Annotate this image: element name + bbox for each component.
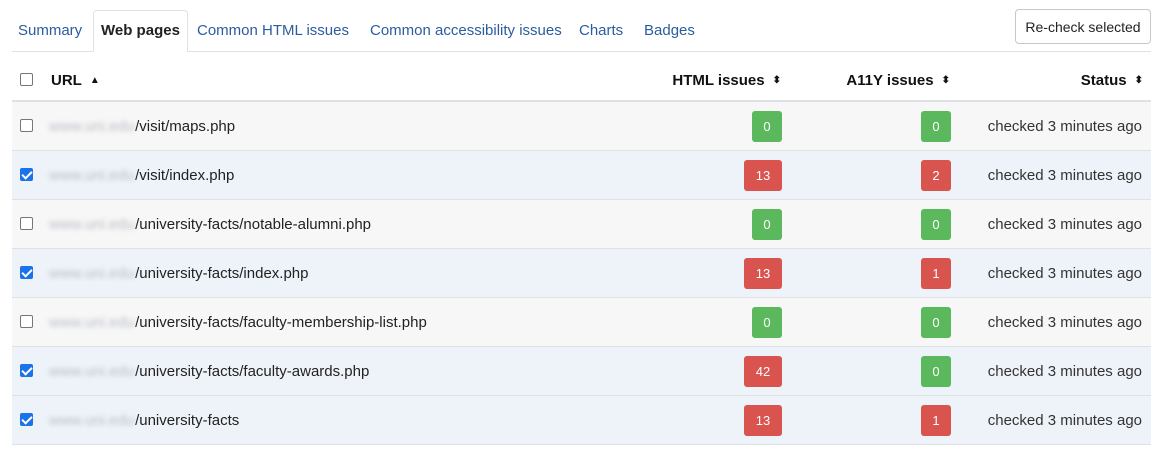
redacted-host: www.uni.edu <box>49 167 135 184</box>
a11y-issues-badge[interactable]: 0 <box>921 209 951 240</box>
tab-charts[interactable]: Charts <box>579 10 623 51</box>
a11y-issues-badge[interactable]: 1 <box>921 405 951 436</box>
a11y-issues-badge[interactable]: 0 <box>921 356 951 387</box>
column-header-html-label: HTML issues <box>672 72 765 89</box>
page-url[interactable]: www.uni.edu/university-facts <box>49 396 239 444</box>
check-status: checked 3 minutes ago <box>987 216 1142 233</box>
table-body: www.uni.edu/visit/maps.php 0 0 checked 3 mi… <box>12 102 1151 445</box>
table-row[interactable]: www.uni.edu/visit/index.php 13 2 checked 3 … <box>12 151 1151 200</box>
tab-bar: Summary Web pages Common HTML issues Com… <box>12 8 1151 52</box>
page-url[interactable]: www.uni.edu/visit/maps.php <box>49 102 235 150</box>
check-status: checked 3 minutes ago <box>987 265 1142 282</box>
table-header: URL ▲ HTML issues ⬍ A11Y issues ⬍ Status ⬍ <box>12 59 1151 102</box>
row-select-checkbox[interactable] <box>20 168 33 181</box>
a11y-issues-badge[interactable]: 0 <box>921 307 951 338</box>
redacted-host: www.uni.edu <box>49 314 135 331</box>
row-select-checkbox[interactable] <box>20 315 33 328</box>
url-path: /visit/index.php <box>135 167 235 184</box>
tab-common-html-issues[interactable]: Common HTML issues <box>197 10 349 51</box>
check-status: checked 3 minutes ago <box>987 167 1142 184</box>
html-issues-badge[interactable]: 0 <box>752 209 782 240</box>
table-row[interactable]: www.uni.edu/university-facts 13 1 checked 3… <box>12 396 1151 445</box>
column-header-status-label: Status <box>1080 72 1127 89</box>
tab-badges[interactable]: Badges <box>644 10 695 51</box>
recheck-selected-button[interactable]: Re-check selected <box>1015 9 1151 44</box>
sort-both-icon: ⬍ <box>1134 75 1143 86</box>
row-select-checkbox[interactable] <box>20 119 33 132</box>
check-status: checked 3 minutes ago <box>987 363 1142 380</box>
row-select-checkbox[interactable] <box>20 266 33 279</box>
column-header-url-label: URL <box>51 72 82 89</box>
check-status: checked 3 minutes ago <box>987 118 1142 135</box>
a11y-issues-badge[interactable]: 0 <box>921 111 951 142</box>
page-url[interactable]: www.uni.edu/university-facts/faculty-mem… <box>49 298 427 346</box>
tab-web-pages[interactable]: Web pages <box>93 10 188 52</box>
a11y-issues-badge[interactable]: 2 <box>921 160 951 191</box>
tab-common-accessibility-issues[interactable]: Common accessibility issues <box>370 10 562 51</box>
select-all-checkbox[interactable] <box>20 73 33 86</box>
url-path: /university-facts <box>135 412 240 429</box>
a11y-issues-badge[interactable]: 1 <box>921 258 951 289</box>
url-path: /university-facts/faculty-awards.php <box>135 363 370 380</box>
redacted-host: www.uni.edu <box>49 216 135 233</box>
check-status: checked 3 minutes ago <box>987 412 1142 429</box>
redacted-host: www.uni.edu <box>49 118 135 135</box>
url-path: /university-facts/notable-alumni.php <box>135 216 372 233</box>
sort-both-icon: ⬍ <box>772 75 781 86</box>
page-url[interactable]: www.uni.edu/visit/index.php <box>49 151 234 199</box>
tab-summary[interactable]: Summary <box>18 10 82 51</box>
url-path: /university-facts/faculty-membership-lis… <box>135 314 427 331</box>
html-issues-badge[interactable]: 42 <box>744 356 782 387</box>
redacted-host: www.uni.edu <box>49 265 135 282</box>
sort-asc-icon: ▲ <box>89 75 100 86</box>
row-select-checkbox[interactable] <box>20 413 33 426</box>
url-path: /university-facts/index.php <box>135 265 309 282</box>
column-header-a11y-label: A11Y issues <box>846 72 934 89</box>
page-url[interactable]: www.uni.edu/university-facts/faculty-awa… <box>49 347 369 395</box>
page-url[interactable]: www.uni.edu/university-facts/index.php <box>49 249 308 297</box>
table-row[interactable]: www.uni.edu/university-facts/notable-alu… <box>12 200 1151 249</box>
page-url[interactable]: www.uni.edu/university-facts/notable-alu… <box>49 200 371 248</box>
html-issues-badge[interactable]: 0 <box>752 307 782 338</box>
row-select-checkbox[interactable] <box>20 217 33 230</box>
html-issues-badge[interactable]: 13 <box>744 160 782 191</box>
table-row[interactable]: www.uni.edu/university-facts/index.php 13… <box>12 249 1151 298</box>
web-pages-table: URL ▲ HTML issues ⬍ A11Y issues ⬍ Status ⬍ w… <box>12 59 1151 445</box>
column-header-html-issues[interactable]: HTML issues ⬍ <box>672 59 781 100</box>
redacted-host: www.uni.edu <box>49 412 135 429</box>
html-issues-badge[interactable]: 13 <box>744 405 782 436</box>
url-path: /visit/maps.php <box>135 118 236 135</box>
sort-both-icon: ⬍ <box>941 75 950 86</box>
column-header-url[interactable]: URL ▲ <box>51 59 100 100</box>
redacted-host: www.uni.edu <box>49 363 135 380</box>
table-row[interactable]: www.uni.edu/visit/maps.php 0 0 checked 3 mi… <box>12 102 1151 151</box>
row-select-checkbox[interactable] <box>20 364 33 377</box>
html-issues-badge[interactable]: 0 <box>752 111 782 142</box>
html-issues-badge[interactable]: 13 <box>744 258 782 289</box>
column-header-a11y-issues[interactable]: A11Y issues ⬍ <box>846 59 950 100</box>
table-row[interactable]: www.uni.edu/university-facts/faculty-awa… <box>12 347 1151 396</box>
check-status: checked 3 minutes ago <box>987 314 1142 331</box>
table-row[interactable]: www.uni.edu/university-facts/faculty-mem… <box>12 298 1151 347</box>
column-header-status[interactable]: Status ⬍ <box>1081 59 1143 100</box>
